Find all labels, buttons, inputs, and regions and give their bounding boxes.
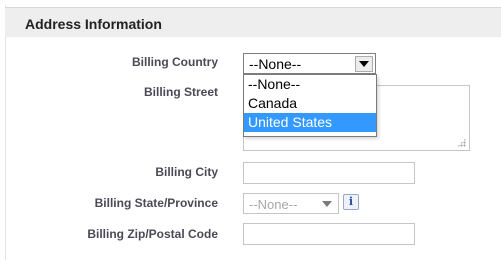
dropdown-option-canada[interactable]: Canada bbox=[244, 94, 376, 113]
dropdown-option-united-states[interactable]: United States bbox=[244, 113, 376, 132]
billing-state-label: Billing State/Province bbox=[94, 196, 218, 210]
billing-city-label: Billing City bbox=[155, 165, 218, 179]
section-header: Address Information bbox=[5, 7, 501, 37]
billing-state-value: --None-- bbox=[249, 197, 298, 212]
dropdown-option-none[interactable]: --None-- bbox=[244, 75, 376, 94]
resize-grip-icon[interactable] bbox=[457, 138, 466, 147]
chevron-down-icon bbox=[318, 196, 336, 212]
billing-city-input[interactable] bbox=[243, 162, 415, 184]
billing-zip-label: Billing Zip/Postal Code bbox=[87, 227, 218, 241]
info-icon[interactable]: i bbox=[343, 194, 359, 210]
billing-country-select[interactable]: --None-- bbox=[243, 53, 376, 74]
billing-zip-input[interactable] bbox=[243, 223, 415, 245]
billing-country-label: Billing Country bbox=[132, 55, 218, 69]
billing-state-select: --None-- bbox=[243, 193, 339, 214]
billing-street-label: Billing Street bbox=[143, 85, 218, 99]
billing-country-dropdown[interactable]: --None-- Canada United States bbox=[243, 74, 377, 137]
section-title: Address Information bbox=[25, 16, 162, 32]
chevron-down-icon[interactable] bbox=[355, 56, 373, 72]
billing-country-value: --None-- bbox=[249, 56, 302, 72]
